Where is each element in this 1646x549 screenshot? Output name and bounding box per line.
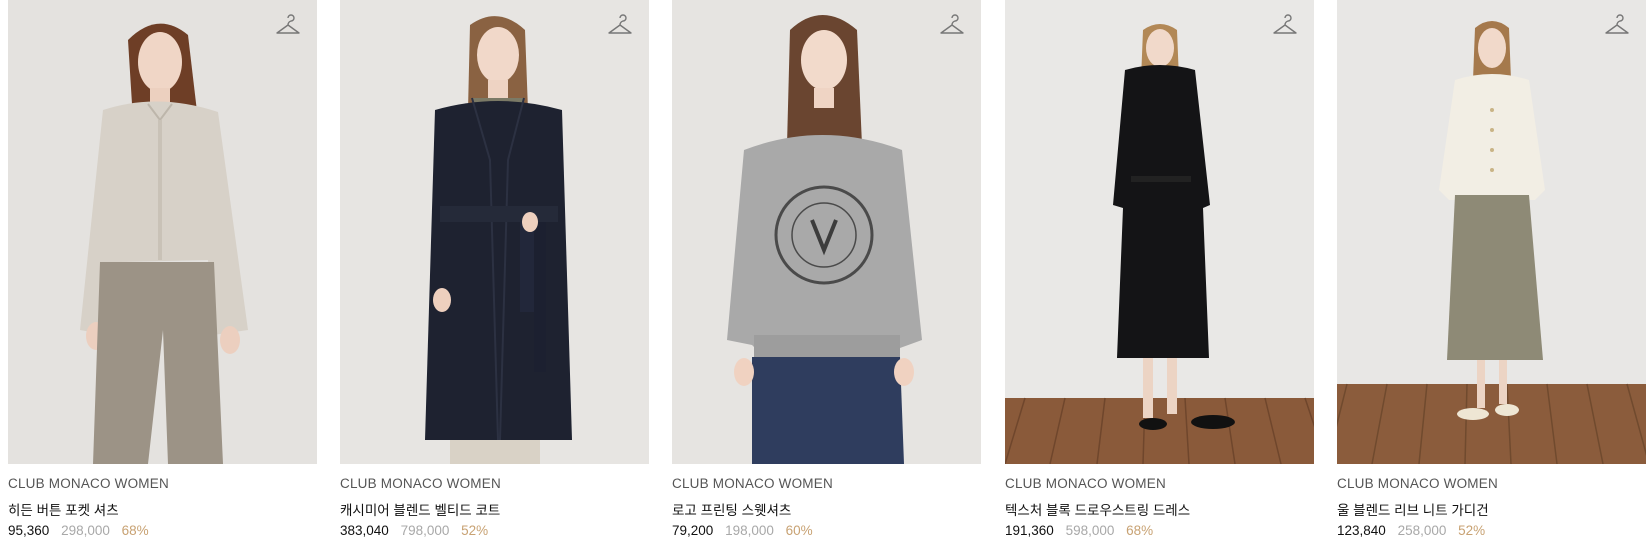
product-card[interactable]: CLUB MONACO WOMEN 히든 버튼 포켓 셔츠 95,360 298… bbox=[8, 0, 317, 549]
brand-label: CLUB MONACO WOMEN bbox=[340, 476, 501, 491]
product-name[interactable]: 히든 버튼 포켓 셔츠 bbox=[8, 499, 119, 519]
price-row: 79,200 198,000 60% bbox=[672, 523, 813, 538]
discount-rate: 52% bbox=[1458, 523, 1486, 538]
hanger-icon[interactable] bbox=[939, 14, 965, 38]
product-grid: CLUB MONACO WOMEN 히든 버튼 포켓 셔츠 95,360 298… bbox=[0, 0, 1646, 549]
product-image[interactable] bbox=[8, 0, 317, 464]
original-price: 258,000 bbox=[1397, 523, 1447, 538]
product-image[interactable] bbox=[1337, 0, 1646, 464]
product-card[interactable]: CLUB MONACO WOMEN 로고 프린팅 스웻셔츠 79,200 198… bbox=[672, 0, 981, 549]
hanger-icon[interactable] bbox=[1272, 14, 1298, 38]
hanger-icon[interactable] bbox=[607, 14, 633, 38]
sale-price: 123,840 bbox=[1337, 523, 1386, 538]
discount-rate: 52% bbox=[461, 523, 489, 538]
price-row: 123,840 258,000 52% bbox=[1337, 523, 1485, 538]
product-name[interactable]: 텍스처 블록 드로우스트링 드레스 bbox=[1005, 499, 1190, 519]
brand-label: CLUB MONACO WOMEN bbox=[8, 476, 169, 491]
model-photo-cardigan bbox=[1337, 0, 1646, 464]
original-price: 298,000 bbox=[61, 523, 110, 538]
brand-label: CLUB MONACO WOMEN bbox=[1337, 476, 1498, 491]
brand-label: CLUB MONACO WOMEN bbox=[672, 476, 833, 491]
price-row: 383,040 798,000 52% bbox=[340, 523, 488, 538]
product-name[interactable]: 울 블렌드 리브 니트 가디건 bbox=[1337, 499, 1489, 519]
discount-rate: 60% bbox=[785, 523, 813, 538]
product-name[interactable]: 로고 프린팅 스웻셔츠 bbox=[672, 499, 791, 519]
hanger-icon[interactable] bbox=[275, 14, 301, 38]
price-row: 191,360 598,000 68% bbox=[1005, 523, 1153, 538]
original-price: 198,000 bbox=[725, 523, 774, 538]
sale-price: 191,360 bbox=[1005, 523, 1054, 538]
product-image[interactable] bbox=[1005, 0, 1314, 464]
model-photo-sweatshirt bbox=[672, 0, 981, 464]
brand-label: CLUB MONACO WOMEN bbox=[1005, 476, 1166, 491]
product-card[interactable]: CLUB MONACO WOMEN 울 블렌드 리브 니트 가디건 123,84… bbox=[1337, 0, 1646, 549]
model-photo-shirt bbox=[8, 0, 317, 464]
product-image[interactable] bbox=[340, 0, 649, 464]
sale-price: 95,360 bbox=[8, 523, 50, 538]
hanger-icon[interactable] bbox=[1604, 14, 1630, 38]
discount-rate: 68% bbox=[1126, 523, 1154, 538]
model-photo-dress bbox=[1005, 0, 1314, 464]
original-price: 598,000 bbox=[1065, 523, 1115, 538]
model-photo-coat bbox=[340, 0, 649, 464]
original-price: 798,000 bbox=[400, 523, 450, 538]
product-image[interactable] bbox=[672, 0, 981, 464]
product-name[interactable]: 캐시미어 블렌드 벨티드 코트 bbox=[340, 499, 500, 519]
product-card[interactable]: CLUB MONACO WOMEN 텍스처 블록 드로우스트링 드레스 191,… bbox=[1005, 0, 1314, 549]
sale-price: 383,040 bbox=[340, 523, 389, 538]
price-row: 95,360 298,000 68% bbox=[8, 523, 149, 538]
product-card[interactable]: CLUB MONACO WOMEN 캐시미어 블렌드 벨티드 코트 383,04… bbox=[340, 0, 649, 549]
sale-price: 79,200 bbox=[672, 523, 714, 538]
discount-rate: 68% bbox=[121, 523, 149, 538]
